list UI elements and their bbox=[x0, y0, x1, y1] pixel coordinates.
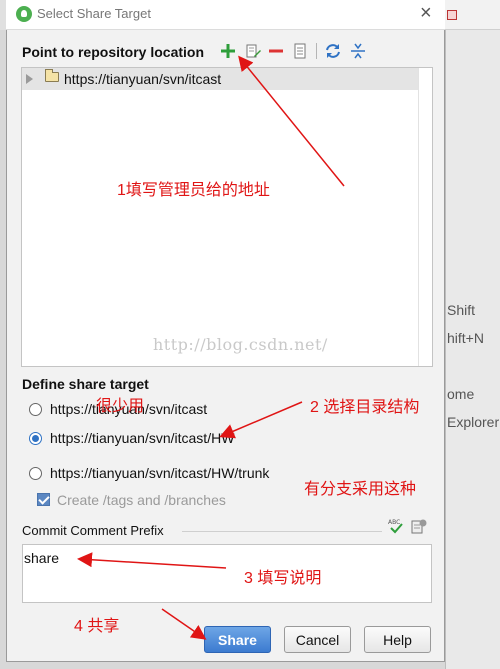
arrow-to-share bbox=[161, 608, 207, 640]
arrow-to-add bbox=[238, 55, 345, 187]
arrow-to-option bbox=[219, 401, 303, 439]
arrow-to-comment bbox=[77, 552, 227, 569]
annotation-arrows bbox=[77, 55, 345, 640]
